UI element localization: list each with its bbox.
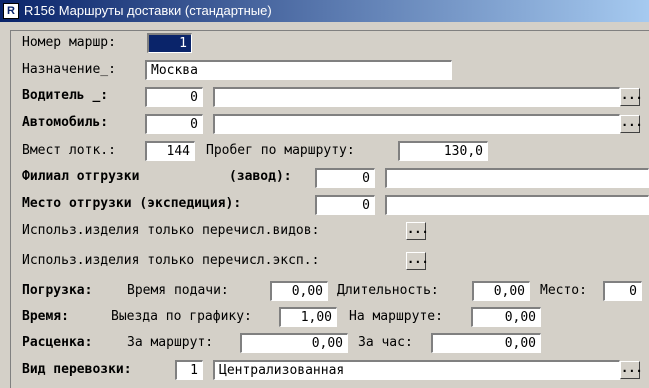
vehicle-label: Автомобиль: <box>22 115 109 130</box>
loading-time-label: Время подачи: <box>127 283 229 298</box>
only-exp-browse-button[interactable]: ... <box>406 252 429 270</box>
time-label: Время: <box>22 309 69 324</box>
rate-label: Расценка: <box>22 335 93 350</box>
vehicle-name-field[interactable] <box>213 114 620 134</box>
mileage-label: Пробег по маршруту: <box>206 143 355 158</box>
route-window: R R156 Маршруты доставки (стандартные) Н… <box>0 0 649 388</box>
driver-name-field[interactable] <box>213 87 620 107</box>
branch-code-field[interactable]: 0 <box>315 168 375 188</box>
loading-duration-label: Длительность: <box>337 283 439 298</box>
place-code-field[interactable]: 0 <box>315 195 375 215</box>
transport-code-field[interactable]: 1 <box>175 360 203 380</box>
transport-label: Вид перевозки: <box>22 362 132 377</box>
vehicle-code-field[interactable]: 0 <box>145 114 203 134</box>
capacity-label: Вмест лотк.: <box>22 143 116 158</box>
mileage-field[interactable]: 130,0 <box>398 141 488 161</box>
place-label: Место отгрузки (экспедиция): <box>22 196 242 211</box>
destination-field[interactable]: Москва <box>145 60 452 80</box>
route-number-label: Номер маршр: <box>22 35 116 50</box>
time-schedule-field[interactable]: 1,00 <box>279 307 337 327</box>
driver-browse-button[interactable]: ... <box>620 88 643 106</box>
vehicle-browse-button[interactable]: ... <box>620 115 643 133</box>
driver-label: Водитель _: <box>22 88 109 103</box>
rate-per-hour-field[interactable]: 0,00 <box>431 333 541 353</box>
loading-place-field[interactable]: 0 <box>603 281 642 301</box>
window-title: R156 Маршруты доставки (стандартные) <box>24 3 272 18</box>
route-number-field[interactable]: 1 <box>147 33 192 53</box>
only-types-browse-button[interactable]: ... <box>406 222 429 240</box>
destination-label: Назначение_: <box>22 62 116 77</box>
only-types-label: Использ.изделия только перечисл.видов: <box>22 223 320 238</box>
transport-browse-button[interactable]: ... <box>620 361 643 379</box>
driver-code-field[interactable]: 0 <box>145 87 203 107</box>
app-icon: R <box>3 3 19 19</box>
branch-label: Филиал отгрузки <box>22 169 140 184</box>
capacity-field[interactable]: 144 <box>145 141 195 161</box>
loading-label: Погрузка: <box>22 283 93 298</box>
place-name-field[interactable] <box>385 195 649 215</box>
loading-place-label: Место: <box>540 283 587 298</box>
time-schedule-label: Выезда по графику: <box>111 309 252 324</box>
loading-duration-field[interactable]: 0,00 <box>472 281 530 301</box>
title-bar[interactable]: R R156 Маршруты доставки (стандартные) <box>0 0 649 22</box>
time-on-route-label: На маршруте: <box>349 309 443 324</box>
branch-name-field[interactable] <box>385 168 649 188</box>
loading-time-field[interactable]: 0,00 <box>270 281 328 301</box>
rate-per-route-label: За маршрут: <box>127 335 214 350</box>
transport-name-field[interactable]: Централизованная <box>213 360 620 380</box>
time-on-route-field[interactable]: 0,00 <box>471 307 541 327</box>
only-exp-label: Использ.изделия только перечисл.эксп.: <box>22 253 320 268</box>
rate-per-hour-label: За час: <box>358 335 413 350</box>
branch-sublabel: (завод): <box>229 169 292 184</box>
rate-per-route-field[interactable]: 0,00 <box>240 333 348 353</box>
